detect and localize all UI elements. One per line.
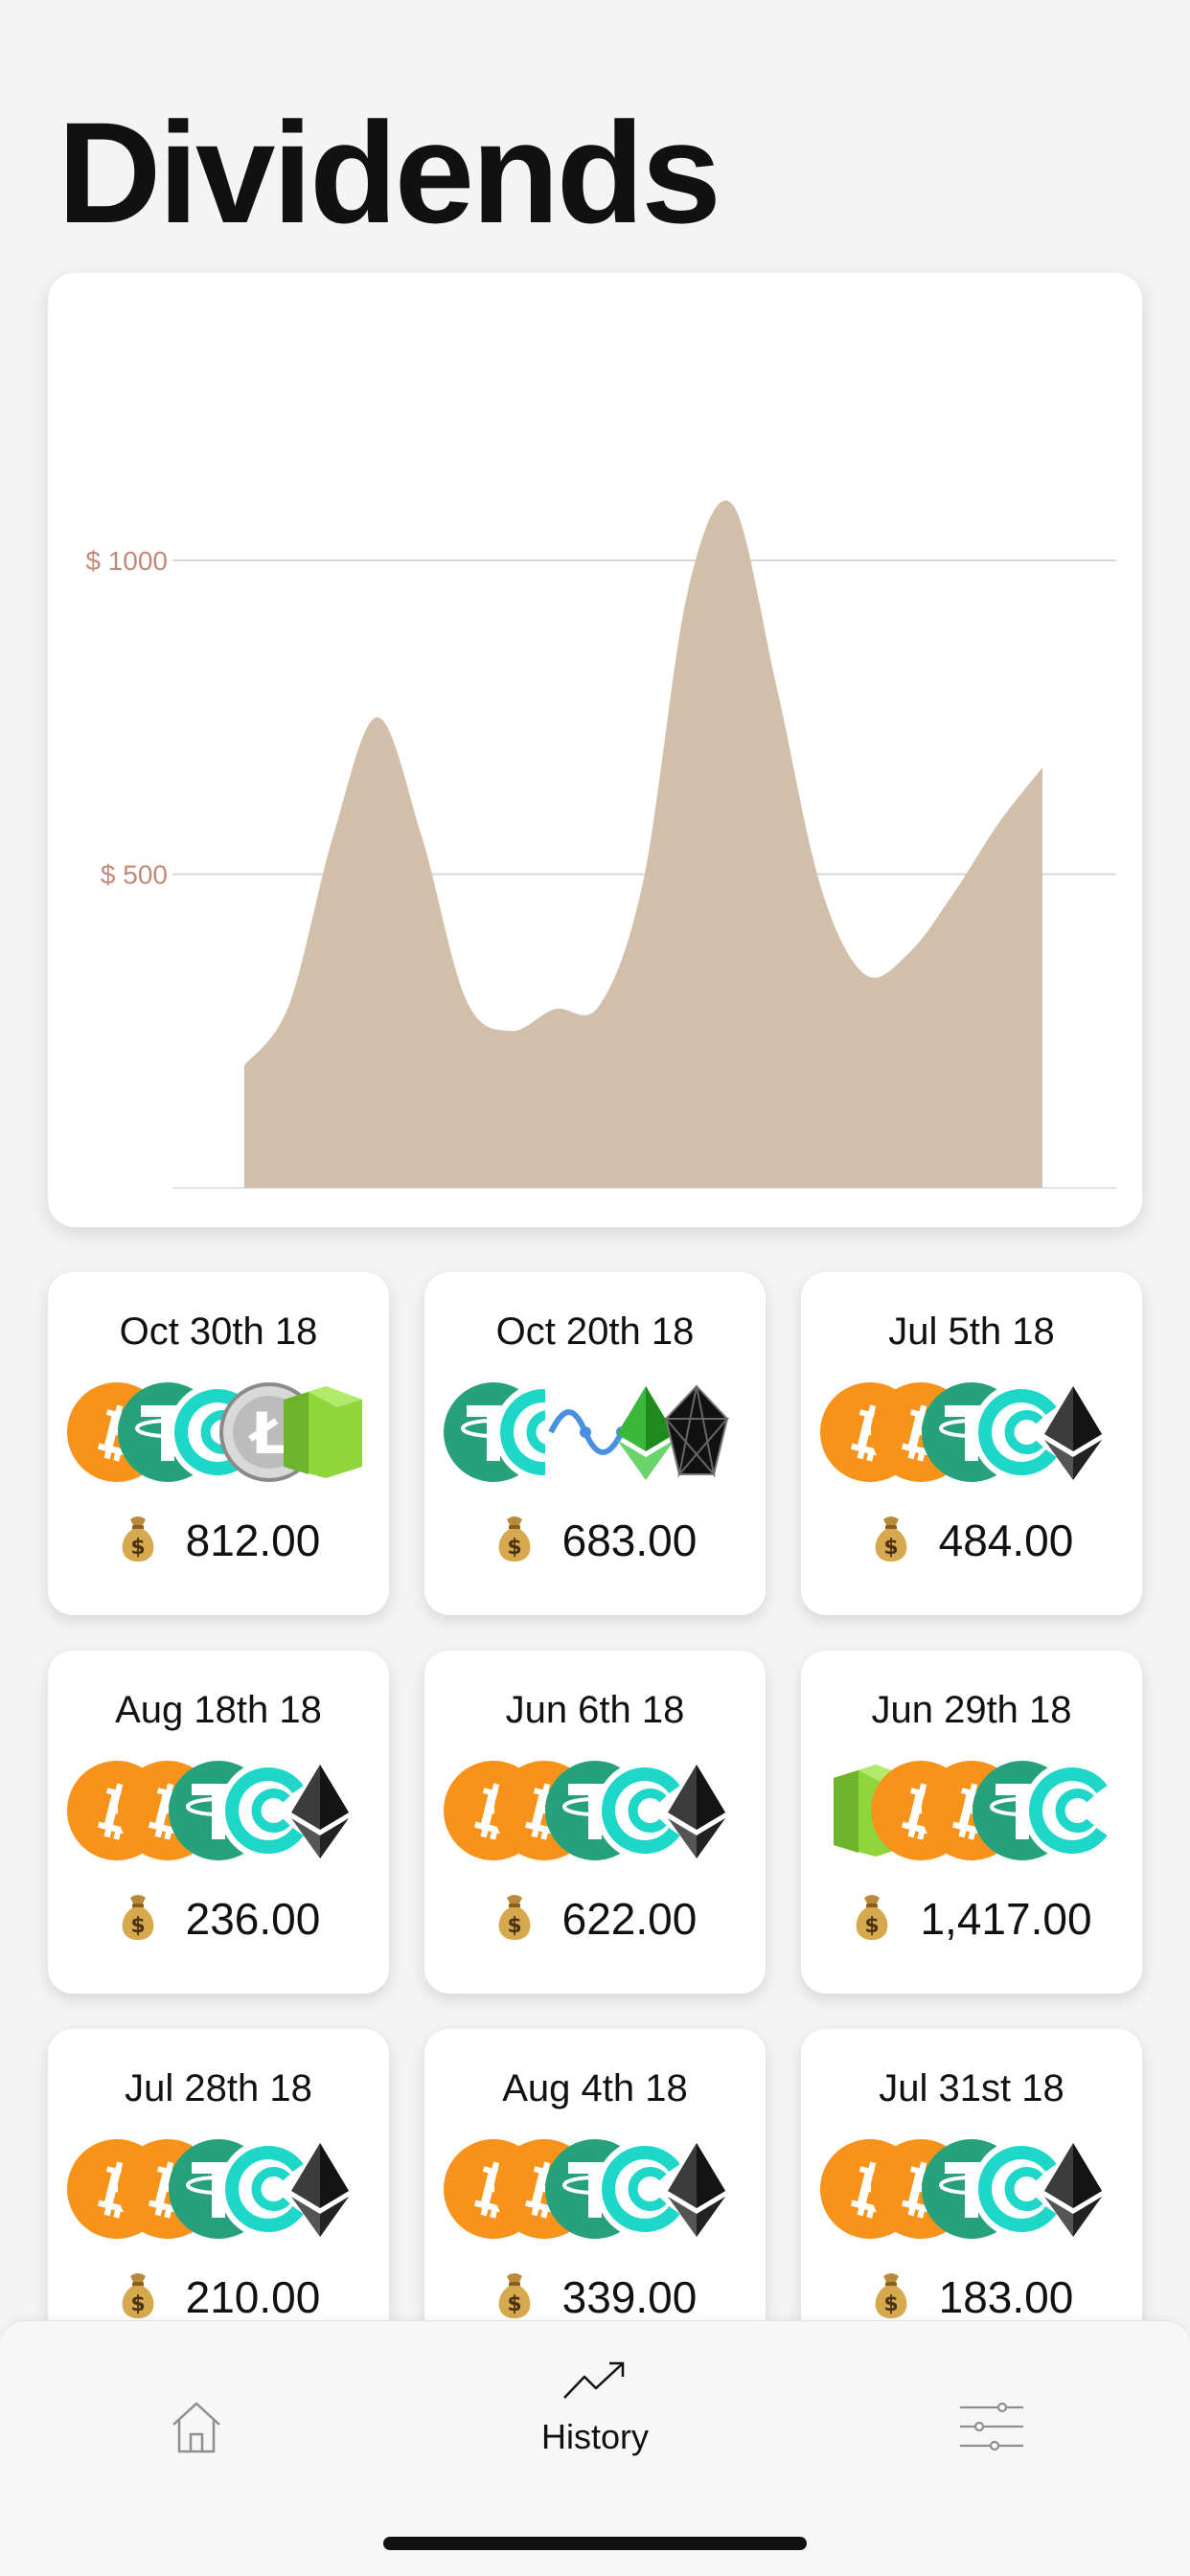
dividend-date: Jul 28th 18 — [48, 2067, 389, 2110]
chart-svg: $ 1000 $ 500 — [48, 273, 1142, 1227]
chart-y-tick-label: $ 1000 — [85, 546, 168, 576]
tab-home[interactable] — [115, 2369, 278, 2513]
eth-icon — [647, 2139, 746, 2239]
page-title: Dividends — [57, 101, 719, 244]
coin — [270, 1382, 370, 1482]
money-bag-icon: $ — [117, 1514, 159, 1563]
dividend-amount: 236.00 — [186, 1894, 321, 1944]
sliders-icon — [958, 2398, 1025, 2455]
money-bag-icon: $ — [870, 1514, 912, 1563]
dividend-amount: 183.00 — [939, 2272, 1074, 2322]
eth-icon — [270, 2139, 370, 2239]
dividend-date: Jul 31st 18 — [801, 2067, 1142, 2110]
dividend-date: Jul 5th 18 — [801, 1311, 1142, 1354]
dividend-card[interactable]: Oct 20th 18 $683.00 — [424, 1272, 766, 1615]
tab-settings[interactable] — [920, 2369, 1083, 2513]
dividend-card[interactable]: Aug 18th 18 ₿₿ $236.00 — [48, 1651, 389, 1994]
neo-icon — [270, 1382, 370, 1482]
coin-stack: ₿₿ — [67, 1761, 370, 1860]
trend-icon — [561, 2359, 629, 2402]
svg-text:$: $ — [130, 1914, 145, 1938]
coin-stack: ₿Ł — [67, 1382, 370, 1482]
dividend-amount: 339.00 — [562, 2272, 698, 2322]
coin-stack: ₿₿ — [820, 1761, 1123, 1860]
coin — [1023, 2139, 1123, 2239]
dividend-date: Aug 18th 18 — [48, 1689, 389, 1732]
dividend-amount-row: $236.00 — [48, 1892, 389, 1945]
eos-icon — [647, 1382, 746, 1482]
dividend-amount: 622.00 — [562, 1894, 698, 1944]
coin — [647, 1761, 746, 1860]
svg-text:$: $ — [130, 2292, 145, 2316]
dividend-amount-row: $1,417.00 — [801, 1892, 1142, 1945]
eth-icon — [270, 1761, 370, 1860]
home-indicator — [383, 2537, 807, 2550]
chart-y-tick-label: $ 500 — [101, 860, 168, 890]
eth-icon — [1023, 2139, 1123, 2239]
dividend-card[interactable]: Oct 30th 18 ₿Ł $812.00 — [48, 1272, 389, 1615]
coin — [270, 1761, 370, 1860]
dividend-card[interactable]: Jul 5th 18 ₿₿ $484.00 — [801, 1272, 1142, 1615]
cs-icon — [1023, 1761, 1123, 1860]
coin — [1023, 1761, 1123, 1860]
coin-stack: ₿₿ — [444, 1761, 746, 1860]
dividend-amount: 210.00 — [186, 2272, 321, 2322]
dividend-date: Jun 29th 18 — [801, 1689, 1142, 1732]
coin-stack: ₿₿ — [820, 1382, 1123, 1482]
money-bag-icon: $ — [117, 1892, 159, 1942]
svg-text:$: $ — [507, 2292, 521, 2316]
svg-text:$: $ — [507, 1914, 521, 1938]
eth-icon — [1023, 1382, 1123, 1482]
svg-text:$: $ — [883, 2292, 898, 2316]
dividend-amount-row: $339.00 — [424, 2270, 766, 2323]
coin — [647, 2139, 746, 2239]
money-bag-icon: $ — [851, 1892, 893, 1942]
dividend-amount: 484.00 — [939, 1516, 1074, 1565]
svg-text:$: $ — [883, 1536, 898, 1560]
dividend-date: Aug 4th 18 — [424, 2067, 766, 2110]
dividend-date: Oct 20th 18 — [424, 1311, 766, 1354]
dividend-amount-row: $812.00 — [48, 1514, 389, 1566]
coin — [647, 1382, 746, 1482]
dividend-card[interactable]: Jun 6th 18 ₿₿ $622.00 — [424, 1651, 766, 1994]
tab-history[interactable]: History — [499, 2350, 691, 2513]
dividend-card-grid: Oct 30th 18 ₿Ł $812.00 Oct 20th 18 $683.00 Ju… — [48, 1272, 1142, 2326]
money-bag-icon: $ — [493, 1892, 536, 1942]
tab-history-label: History — [499, 2417, 691, 2457]
svg-text:$: $ — [507, 1536, 521, 1560]
dividend-date: Jun 6th 18 — [424, 1689, 766, 1732]
dividend-card[interactable]: Jun 29th 18 ₿₿ $1,417.00 — [801, 1651, 1142, 1994]
dividend-amount-row: $210.00 — [48, 2270, 389, 2323]
coin — [1023, 1382, 1123, 1482]
chart-area-series — [244, 501, 1042, 1188]
dividend-amount: 812.00 — [186, 1516, 321, 1565]
dividend-amount: 683.00 — [562, 1516, 698, 1565]
money-bag-icon: $ — [117, 2270, 159, 2320]
coin-stack: ₿₿ — [820, 2139, 1123, 2239]
dividend-amount-row: $683.00 — [424, 1514, 766, 1566]
money-bag-icon: $ — [493, 1514, 536, 1563]
dividend-amount-row: $622.00 — [424, 1892, 766, 1945]
coin-stack: ₿₿ — [67, 2139, 370, 2239]
coin-stack: ₿₿ — [444, 2139, 746, 2239]
coin — [270, 2139, 370, 2239]
dividends-chart: $ 1000 $ 500 — [48, 273, 1142, 1227]
dividend-amount-row: $183.00 — [801, 2270, 1142, 2323]
money-bag-icon: $ — [870, 2270, 912, 2320]
svg-text:$: $ — [865, 1914, 880, 1938]
dividend-amount-row: $484.00 — [801, 1514, 1142, 1566]
dividend-date: Oct 30th 18 — [48, 1311, 389, 1354]
coin-stack — [444, 1382, 746, 1482]
svg-text:$: $ — [130, 1536, 145, 1560]
dividend-amount: 1,417.00 — [920, 1894, 1091, 1944]
eth-icon — [647, 1761, 746, 1860]
money-bag-icon: $ — [493, 2270, 536, 2320]
home-icon — [168, 2398, 225, 2455]
